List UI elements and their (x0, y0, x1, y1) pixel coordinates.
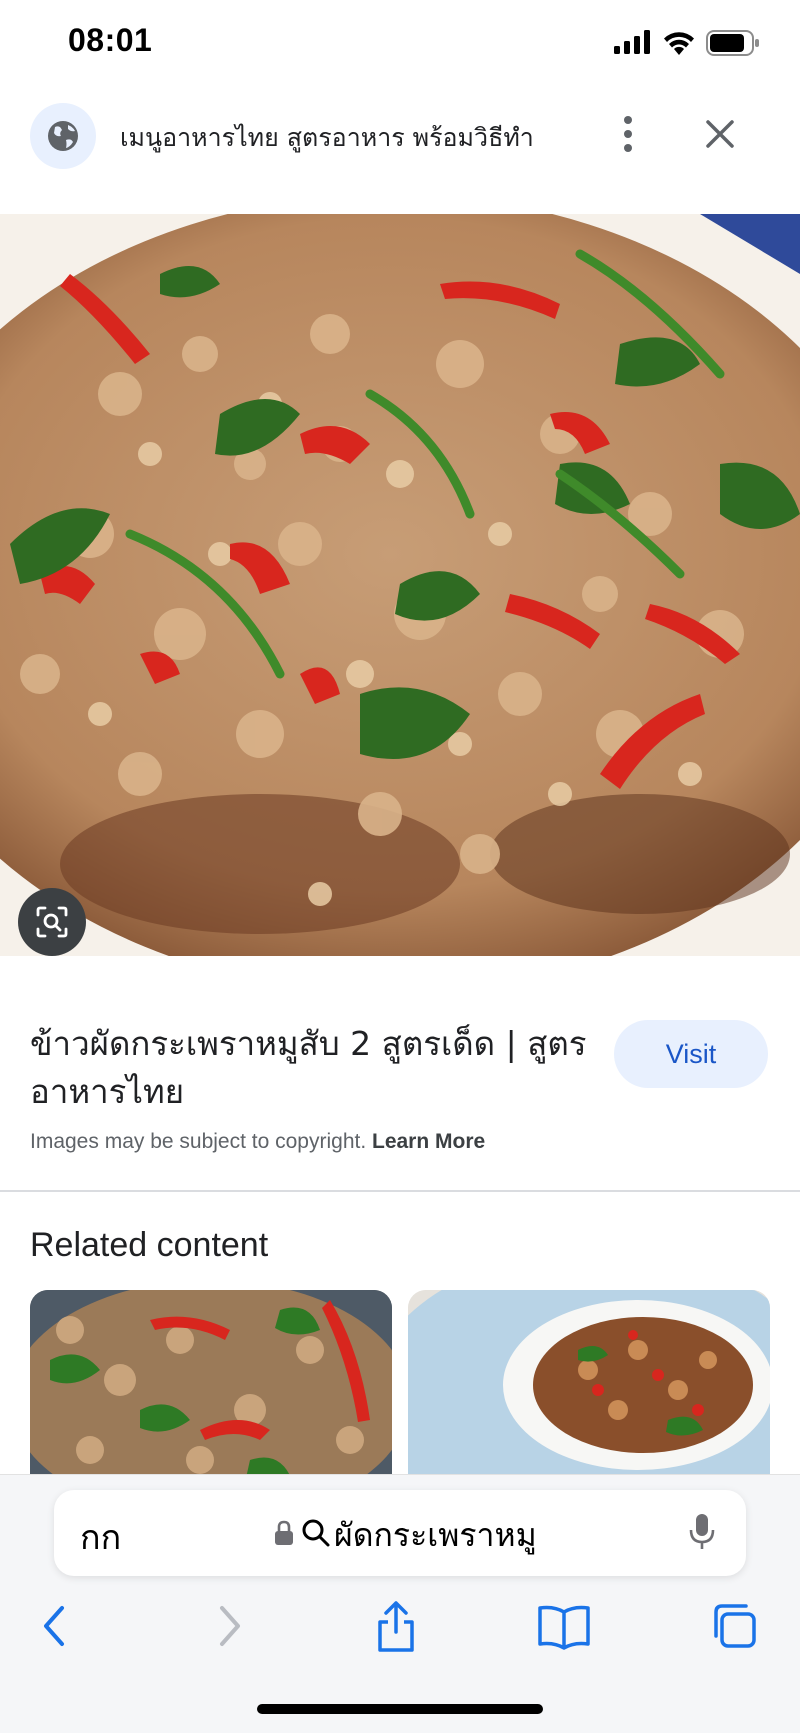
visit-button[interactable]: Visit (614, 1020, 768, 1088)
learn-more-link[interactable]: Learn More (372, 1130, 485, 1153)
related-content-heading: Related content (30, 1226, 269, 1264)
result-title[interactable]: ข้าวผัดกระเพราหมูสับ 2 สูตรเด็ด | สูตรอา… (30, 1020, 590, 1116)
lock-icon (275, 1520, 293, 1545)
status-time: 08:01 (68, 22, 153, 58)
site-favicon[interactable] (30, 103, 96, 169)
main-food-image[interactable] (0, 214, 800, 956)
lens-search-icon (36, 906, 68, 938)
battery-icon (706, 30, 759, 56)
google-lens-button[interactable] (18, 888, 86, 956)
related-thumbnail[interactable] (408, 1290, 770, 1500)
close-icon[interactable] (702, 116, 738, 152)
status-bar: 08:01 (0, 0, 800, 88)
forward-icon[interactable] (200, 1598, 256, 1654)
address-bar[interactable]: กก ผัดกระเพราหมู (54, 1490, 746, 1576)
food-photo (0, 214, 800, 956)
back-icon[interactable] (28, 1598, 84, 1654)
wifi-icon (664, 32, 694, 55)
microphone-icon[interactable] (688, 1512, 716, 1552)
reader-options-button[interactable]: กก (80, 1510, 121, 1564)
cellular-signal-icon (614, 30, 650, 54)
copyright-notice: Images may be subject to copyright. Lear… (30, 1130, 485, 1154)
section-divider (0, 1190, 800, 1192)
bookmarks-icon[interactable] (536, 1598, 592, 1654)
search-icon (302, 1519, 330, 1547)
page-title[interactable]: เมนูอาหารไทย สูตรอาหาร พร้อมวิธีทำ (120, 118, 534, 158)
share-icon[interactable] (368, 1598, 424, 1654)
url-text[interactable]: ผัดกระเพราหมู (334, 1510, 537, 1561)
image-viewer-header: เมนูอาหารไทย สูตรอาหาร พร้อมวิธีทำ (0, 98, 800, 174)
more-vert-icon[interactable] (614, 112, 642, 156)
related-image-2 (408, 1290, 770, 1500)
related-thumbnail[interactable] (30, 1290, 392, 1500)
copyright-text: Images may be subject to copyright. (30, 1130, 372, 1153)
globe-icon (48, 121, 78, 151)
home-indicator[interactable] (257, 1704, 543, 1714)
tabs-icon[interactable] (706, 1598, 762, 1654)
related-image-1 (30, 1290, 392, 1500)
